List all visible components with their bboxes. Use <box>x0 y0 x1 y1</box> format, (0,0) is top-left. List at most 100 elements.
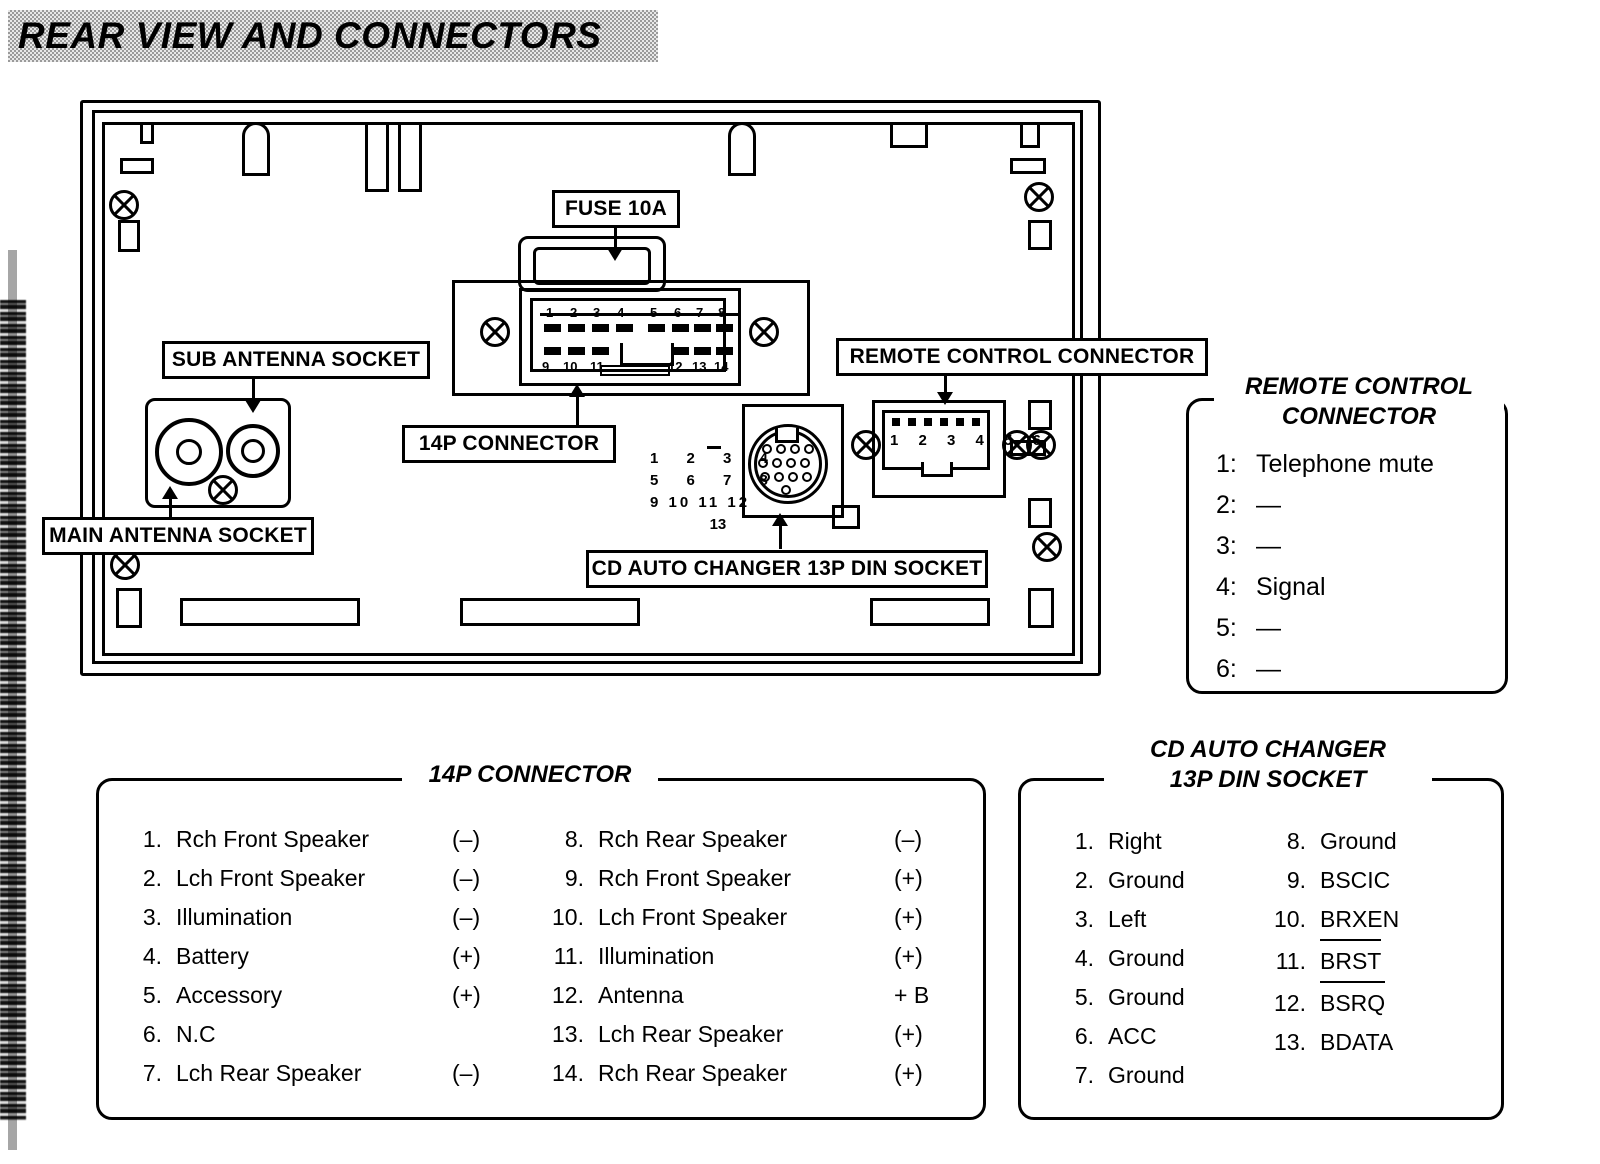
connector-14p-pin <box>592 324 609 332</box>
pin-row: 13. Lch Rear Speaker (+) <box>540 1015 960 1054</box>
pin-name: BDATA <box>1320 1029 1394 1055</box>
pin-name: Antenna <box>598 982 684 1008</box>
remote-pin-number: 3: <box>1216 532 1237 560</box>
panel-14p-title: 14P CONNECTOR <box>402 760 658 790</box>
remote-control-panel-title-line2: CONNECTOR <box>1281 403 1437 430</box>
connector-14p-screw <box>480 317 510 347</box>
chassis-bottom-vent <box>460 598 640 626</box>
pin-name: Ground <box>1108 945 1185 971</box>
panel-14p-title-label: 14P CONNECTOR <box>428 761 632 788</box>
remote-pin-value: — <box>1256 532 1281 560</box>
remote-pin-number: 2: <box>1216 491 1237 519</box>
connector-14p-pin <box>694 324 711 332</box>
pin-number: 9. <box>564 865 584 891</box>
cd-changer-din-stub <box>832 505 860 529</box>
pin-row: 12. Antenna + B <box>540 976 960 1015</box>
connector-14p-body: 1 2 3 4 5 6 7 8 9 10 11 12 13 14 <box>519 288 741 386</box>
connector-14p-pin-number: 10 <box>563 359 578 374</box>
pin-number: 11. <box>1275 948 1306 974</box>
callout-remote-control-arrow <box>937 392 953 405</box>
pin-number: 13. <box>552 1021 584 1047</box>
connector-14p-pin <box>716 324 733 332</box>
connector-14p-pin <box>544 347 561 355</box>
pin-number: 1. <box>1074 828 1094 854</box>
remote-connector-screw <box>851 430 881 460</box>
remote-pin-row: 2: — <box>1216 485 1496 526</box>
chassis-screw <box>1024 182 1054 212</box>
panel-14p-right-column: 8. Rch Rear Speaker (–) 9. Rch Front Speaker… <box>540 820 960 1093</box>
chassis-bottom-vent <box>870 598 990 626</box>
pin-polarity: (+) <box>894 865 923 891</box>
pin-number: 2. <box>142 865 162 891</box>
scan-edge-artifact <box>0 300 26 1120</box>
pin-polarity: (–) <box>452 1060 481 1086</box>
pin-row: 8. Rch Rear Speaker (–) <box>540 820 960 859</box>
pin-number: 10. <box>552 904 584 930</box>
pin-row: 11. Illumination (+) <box>540 937 960 976</box>
callout-main-antenna-arrow <box>162 486 178 499</box>
panel-cd-title: CD AUTO CHANGER 13P DIN SOCKET <box>1104 735 1432 795</box>
callout-main-antenna-leader <box>169 498 172 518</box>
pin-number: 7. <box>142 1060 162 1086</box>
remote-pin-row: 3: — <box>1216 526 1496 567</box>
connector-14p-pin <box>544 324 561 332</box>
pin-row: 7. Lch Rear Speaker (–) <box>118 1054 518 1093</box>
callout-fuse-arrow <box>607 248 623 261</box>
chassis-bottom-vent <box>180 598 360 626</box>
pin-name: Ground <box>1108 1062 1185 1088</box>
remote-control-panel-rows: 1: Telephone mute 2: — 3: — 4: Signal 5: — 6: — <box>1216 444 1496 690</box>
pin-name: BRXEN <box>1320 906 1400 932</box>
antenna-bracket-screw <box>208 475 238 505</box>
pin-name: Illumination <box>176 904 293 930</box>
remote-pin-number: 6: <box>1216 655 1237 683</box>
callout-cd-changer-leader <box>779 525 782 549</box>
pin-row: 2. Ground <box>1050 861 1260 900</box>
chassis-top-slot <box>242 122 270 176</box>
remote-pin-row: 6: — <box>1216 649 1496 690</box>
page-title: REAR VIEW AND CONNECTORS <box>18 15 602 56</box>
remote-pin-value: Signal <box>1256 573 1326 601</box>
remote-connector-key-notch <box>921 462 953 477</box>
pin-number: 10. <box>1274 906 1306 932</box>
callout-14p-leader <box>576 396 579 426</box>
pin-name: BRST <box>1320 939 1492 981</box>
callout-remote-control: REMOTE CONTROL CONNECTOR <box>836 338 1208 376</box>
callout-cd-changer: CD AUTO CHANGER 13P DIN SOCKET <box>586 550 988 588</box>
callout-fuse: FUSE 10A <box>552 190 680 228</box>
remote-pin <box>892 418 900 426</box>
remote-pin-row: 5: — <box>1216 608 1496 649</box>
pin-name: Accessory <box>176 982 283 1008</box>
pin-number: 6. <box>1074 1023 1094 1049</box>
callout-cd-changer-label: CD AUTO CHANGER 13P DIN SOCKET <box>591 557 983 580</box>
connector-14p-pin-number: 14 <box>714 359 729 374</box>
connector-14p-pin-number: 13 <box>692 359 707 374</box>
cd-changer-din-key-notch <box>775 428 799 443</box>
chassis-top-slot <box>365 122 389 192</box>
remote-pin <box>940 418 948 426</box>
remote-pin-number: 5: <box>1216 614 1237 642</box>
pin-number: 9. <box>1286 867 1306 893</box>
chassis-top-slot <box>398 122 422 192</box>
cd-changer-din-pin <box>786 458 796 468</box>
pin-name: Battery <box>176 943 249 969</box>
connector-14p-pin <box>568 347 585 355</box>
chassis-top-tab <box>120 158 154 174</box>
pin-row: 11. BRST <box>1262 939 1492 981</box>
remote-pin-value: — <box>1256 655 1281 683</box>
connector-14p-pin <box>648 324 665 332</box>
pin-polarity: + B <box>894 982 930 1008</box>
callout-cd-changer-arrow <box>772 513 788 526</box>
pin-row: 4. Ground <box>1050 939 1260 978</box>
pin-number: 11. <box>553 943 584 969</box>
pin-name: Rch Front Speaker <box>598 865 792 891</box>
connector-14p-pin <box>716 347 733 355</box>
pin-number: 13. <box>1274 1029 1306 1055</box>
cd-changer-din-pin <box>788 472 798 482</box>
callout-main-antenna-label: MAIN ANTENNA SOCKET <box>49 524 307 547</box>
pin-name: ACC <box>1108 1023 1157 1049</box>
pin-row: 6. ACC <box>1050 1017 1260 1056</box>
pin-row: 4. Battery (+) <box>118 937 518 976</box>
cd-changer-din-pin <box>781 485 791 495</box>
pin-number: 5. <box>1074 984 1094 1010</box>
pin-name: N.C <box>176 1021 216 1047</box>
